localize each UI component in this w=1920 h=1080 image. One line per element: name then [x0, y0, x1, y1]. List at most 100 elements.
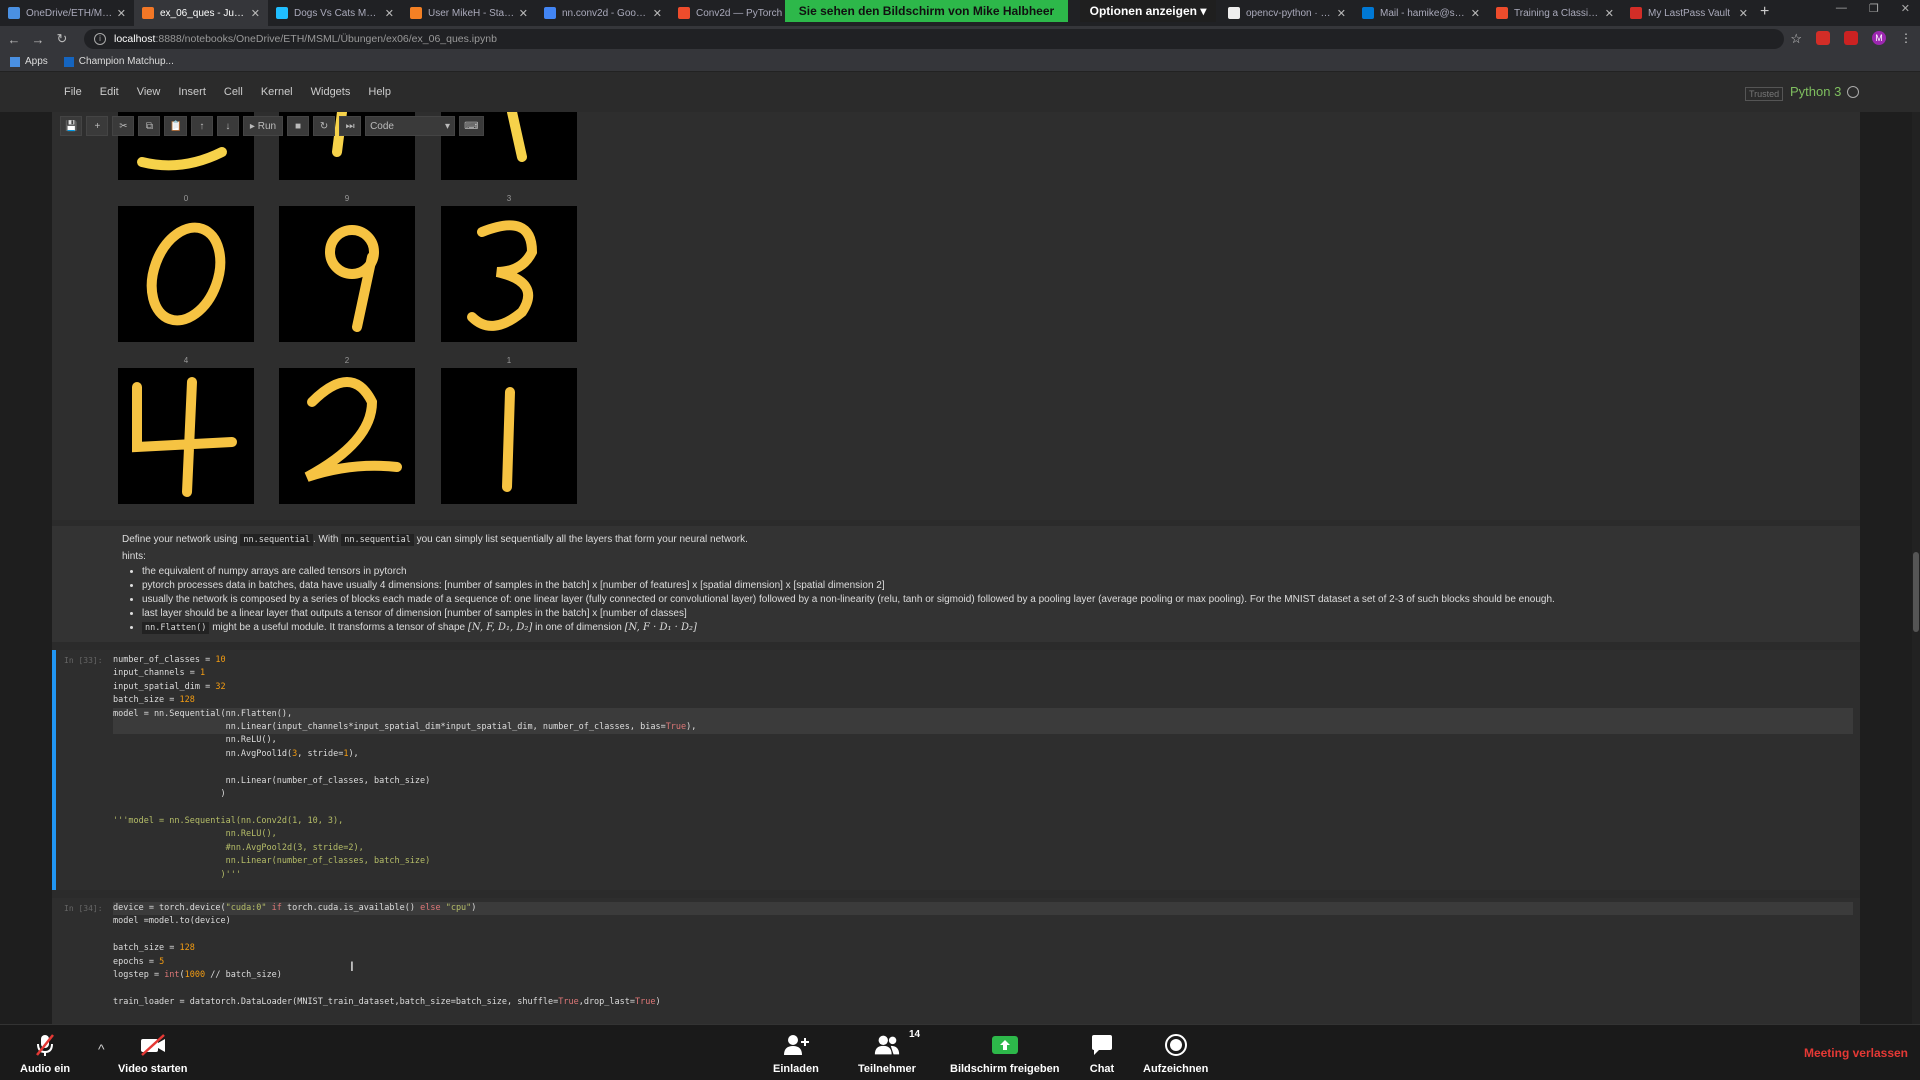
- browser-tab[interactable]: Conv2d — PyTorch✕: [670, 0, 804, 26]
- profile-avatar[interactable]: M: [1872, 31, 1886, 45]
- browser-tab[interactable]: Dogs Vs Cats MVML ✕: [268, 0, 402, 26]
- code-line: train_loader = datatorch.DataLoader(MNIS…: [113, 996, 661, 1007]
- view-options-button[interactable]: Optionen anzeigen ▾: [1080, 0, 1216, 22]
- window-controls: — ❐ ✕: [1836, 2, 1910, 15]
- back-icon[interactable]: ←: [4, 32, 24, 47]
- caret-up-icon[interactable]: ^: [98, 1041, 105, 1057]
- browser-tab[interactable]: ex_06_ques - Jupyter ✕: [134, 0, 268, 26]
- close-tab-icon[interactable]: ✕: [1605, 7, 1614, 20]
- code-line: nn.Linear(input_channels*input_spatial_d…: [113, 721, 1853, 735]
- cut-icon[interactable]: ✂: [112, 116, 135, 136]
- chat-button[interactable]: Chat: [1088, 1031, 1116, 1075]
- record-button[interactable]: Aufzeichnen: [1143, 1031, 1208, 1075]
- md-intro-text-c: you can simply list sequentially all the…: [416, 534, 748, 545]
- menu-item-cell[interactable]: Cell: [215, 86, 252, 98]
- close-tab-icon[interactable]: ✕: [1471, 7, 1480, 20]
- run-button[interactable]: ▸ Run: [242, 116, 284, 136]
- close-tab-icon[interactable]: ✕: [653, 7, 662, 20]
- markdown-cell[interactable]: Define your network using nn.sequential.…: [52, 526, 1860, 642]
- cell-type-select[interactable]: Code ▾: [365, 116, 456, 136]
- reload-icon[interactable]: ↻: [52, 31, 72, 47]
- code-cell-model[interactable]: In [33]: number_of_classes = 10 input_ch…: [52, 650, 1860, 890]
- trusted-badge: Trusted: [1745, 87, 1784, 101]
- code-line: #nn.AvgPool2d(3, stride=2),: [113, 842, 364, 853]
- fast-forward-icon[interactable]: ⏭: [339, 116, 362, 136]
- md-hints-heading: hints:: [122, 551, 146, 562]
- kernel-indicator[interactable]: Python 3: [1790, 84, 1860, 99]
- forward-icon[interactable]: →: [28, 32, 48, 47]
- new-tab-icon[interactable]: +: [1760, 3, 1769, 21]
- move-down-icon[interactable]: ↓: [216, 116, 239, 136]
- menu-item-file[interactable]: File: [55, 86, 91, 98]
- close-tab-icon[interactable]: ✕: [385, 7, 394, 20]
- browser-tab[interactable]: opencv-python · PyPI ✕: [1220, 0, 1354, 26]
- browser-tab[interactable]: nn.conv2d - Google S ✕: [536, 0, 670, 26]
- star-icon[interactable]: ☆: [1790, 31, 1802, 46]
- menu-item-widgets[interactable]: Widgets: [302, 86, 360, 98]
- kebab-menu-icon[interactable]: ⋮: [1900, 31, 1912, 45]
- code-line: )''': [113, 869, 241, 880]
- info-icon[interactable]: i: [94, 33, 106, 45]
- close-tab-icon[interactable]: ✕: [1739, 7, 1748, 20]
- menu-item-edit[interactable]: Edit: [91, 86, 128, 98]
- browser-tab[interactable]: Mail - hamike@stud ✕: [1354, 0, 1488, 26]
- close-tab-icon[interactable]: ✕: [1337, 7, 1346, 20]
- digit-image-2: [279, 368, 415, 504]
- md-hints-list: the equivalent of numpy arrays are calle…: [142, 566, 1860, 634]
- share-screen-button[interactable]: Bildschirm freigeben: [950, 1031, 1059, 1075]
- save-icon[interactable]: 💾: [60, 116, 83, 136]
- move-up-icon[interactable]: ↑: [190, 116, 213, 136]
- menu-item-help[interactable]: Help: [359, 86, 400, 98]
- tab-favicon-icon: [1362, 7, 1374, 19]
- close-tab-icon[interactable]: ✕: [519, 7, 528, 20]
- menu-item-kernel[interactable]: Kernel: [252, 86, 302, 98]
- browser-tab[interactable]: User MikeH - Stack O ✕: [402, 0, 536, 26]
- tab-favicon-icon: [1228, 7, 1240, 19]
- code-line: model =model.to(device): [113, 916, 231, 927]
- code-line: epochs = 5: [113, 956, 165, 967]
- tab-favicon-icon: [1630, 7, 1642, 19]
- close-tab-icon[interactable]: ✕: [251, 7, 260, 20]
- code-cell-training[interactable]: In [34]: device = torch.device("cuda:0" …: [52, 898, 1860, 1024]
- insert-cell-icon[interactable]: +: [86, 116, 109, 136]
- browser-tab[interactable]: OneDrive/ETH/MSML ✕: [0, 0, 134, 26]
- close-window-icon[interactable]: ✕: [1901, 2, 1910, 15]
- audio-button[interactable]: Audio ein: [20, 1031, 70, 1075]
- menu-item-view[interactable]: View: [128, 86, 170, 98]
- code-editor[interactable]: device = torch.device("cuda:0" if torch.…: [113, 902, 1853, 1009]
- scrollbar-thumb[interactable]: [1913, 552, 1919, 632]
- extension-icon[interactable]: [1816, 31, 1830, 45]
- bookmark-icon: [63, 56, 74, 67]
- tab-favicon-icon: [678, 7, 690, 19]
- paste-icon[interactable]: 📋: [164, 116, 187, 136]
- code-editor[interactable]: number_of_classes = 10 input_channels = …: [113, 654, 1853, 882]
- bookmark-champion[interactable]: Champion Matchup...: [63, 56, 174, 67]
- url-path: :8888/notebooks/OneDrive/ETH/MSML/Übunge…: [155, 33, 497, 45]
- minimize-icon[interactable]: —: [1836, 2, 1847, 15]
- invite-button[interactable]: Einladen: [773, 1031, 819, 1075]
- code-line: nn.ReLU(),: [113, 735, 277, 746]
- digit-label: 9: [344, 194, 350, 203]
- stop-icon[interactable]: ■: [287, 116, 310, 136]
- close-tab-icon[interactable]: ✕: [117, 7, 126, 20]
- lastpass-icon[interactable]: [1844, 31, 1858, 45]
- tab-favicon-icon: [276, 7, 288, 19]
- keyboard-icon[interactable]: ⌨: [459, 116, 484, 136]
- chat-icon: [1088, 1031, 1116, 1059]
- chat-label: Chat: [1089, 1063, 1115, 1075]
- code-line: nn.AvgPool1d(3, stride=1),: [113, 748, 359, 759]
- video-button[interactable]: Video starten: [118, 1031, 188, 1075]
- copy-icon[interactable]: ⧉: [138, 116, 161, 136]
- browser-tab[interactable]: Training a Classifier ✕: [1488, 0, 1622, 26]
- restart-icon[interactable]: ↻: [313, 116, 336, 136]
- digit-label: 2: [344, 356, 350, 365]
- menu-item-insert[interactable]: Insert: [169, 86, 215, 98]
- code-line: nn.ReLU(),: [113, 829, 277, 840]
- leave-meeting-button[interactable]: Meeting verlassen: [1804, 1046, 1908, 1060]
- url-field[interactable]: i localhost:8888/notebooks/OneDrive/ETH/…: [84, 29, 1784, 49]
- maximize-icon[interactable]: ❐: [1869, 2, 1879, 15]
- participants-button[interactable]: 14 Teilnehmer: [858, 1029, 920, 1075]
- bookmark-apps[interactable]: Apps: [10, 56, 48, 67]
- browser-tab[interactable]: My LastPass Vault ✕: [1622, 0, 1756, 26]
- page-scrollbar[interactable]: [1912, 112, 1920, 1024]
